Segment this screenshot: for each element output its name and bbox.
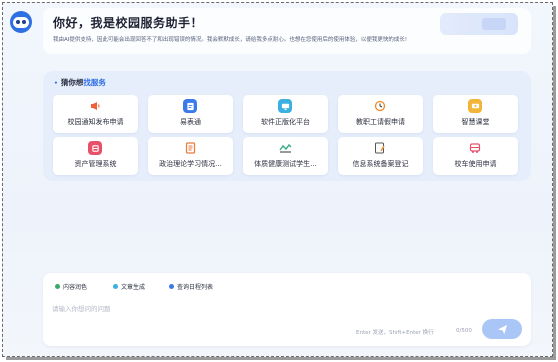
document-icon — [183, 141, 197, 155]
quick-action-label: 文章生成 — [121, 284, 146, 291]
send-icon — [497, 324, 507, 334]
service-card-bus[interactable]: 校车使用申请 — [433, 137, 518, 175]
service-card-label: 体质健康测试学生... — [254, 160, 317, 168]
char-counter: 0/500 — [456, 328, 472, 334]
assistant-avatar-icon — [10, 11, 32, 33]
service-card-label: 易表通 — [180, 118, 201, 126]
send-button[interactable] — [482, 319, 522, 339]
clock-icon — [373, 99, 387, 113]
service-card-classroom[interactable]: 智慧课堂 — [433, 95, 518, 133]
greeting-subtitle: 我由AI提供支持，因此可能会出现回答不了和出现错误的情况。我会默默成长，请给我多… — [53, 37, 408, 43]
quick-action-label: 查询日程列表 — [177, 284, 214, 291]
greeting-decoration — [440, 13, 518, 35]
monitor-icon — [278, 99, 292, 113]
service-card-label: 政治理论学习情况... — [159, 160, 222, 168]
service-card-leave[interactable]: 教职工请假申请 — [338, 95, 423, 133]
service-card-notice[interactable]: 校园通知发布申请 — [53, 95, 138, 133]
polish-icon — [55, 284, 60, 289]
service-title-accent: 找服务 — [83, 78, 106, 87]
message-input[interactable]: 请输入你想问的问题 — [52, 303, 111, 313]
quick-action-article[interactable]: 文章生成 — [113, 282, 145, 291]
service-card-fitness[interactable]: 体质健康测试学生... — [243, 137, 328, 175]
service-card-label: 智慧课堂 — [461, 118, 490, 126]
schedule-icon — [169, 284, 174, 289]
service-card-software[interactable]: 软件正版化平台 — [243, 95, 328, 133]
service-card-register[interactable]: 信息系统备案登记 — [338, 137, 423, 175]
service-card-label: 信息系统备案登记 — [352, 160, 409, 168]
service-card-politics[interactable]: 政治理论学习情况... — [148, 137, 233, 175]
bus-icon — [468, 141, 482, 155]
service-panel-title: • 猜你想找服务 — [54, 77, 106, 88]
window-shadow-bottom — [6, 357, 556, 360]
service-card-asset[interactable]: 资产管理系统 — [53, 137, 138, 175]
asset-icon — [88, 141, 102, 155]
service-title-prefix: 猜你想 — [60, 78, 84, 87]
service-card-label: 教职工请假申请 — [356, 118, 405, 126]
quick-action-label: 内容润色 — [63, 284, 88, 291]
send-hint: Enter 发送，Shift+Enter 换行 — [356, 330, 434, 336]
quick-action-schedule[interactable]: 查询日程列表 — [169, 282, 213, 291]
service-card-label: 资产管理系统 — [74, 160, 117, 168]
service-card-label: 校车使用申请 — [454, 160, 497, 168]
service-card-label: 校园通知发布申请 — [67, 118, 124, 126]
register-icon — [373, 141, 387, 155]
service-card-form[interactable]: 易表通 — [148, 95, 233, 133]
greeting-title: 你好，我是校园服务助手！ — [53, 16, 204, 30]
classroom-icon — [468, 99, 482, 113]
window-shadow-right — [553, 6, 556, 359]
article-icon — [113, 284, 118, 289]
megaphone-icon — [88, 99, 102, 113]
quick-action-polish[interactable]: 内容润色 — [55, 282, 87, 291]
fitness-icon — [278, 141, 292, 155]
form-icon — [183, 99, 197, 113]
title-bullet-icon: • — [54, 80, 58, 87]
service-card-label: 软件正版化平台 — [261, 118, 310, 126]
